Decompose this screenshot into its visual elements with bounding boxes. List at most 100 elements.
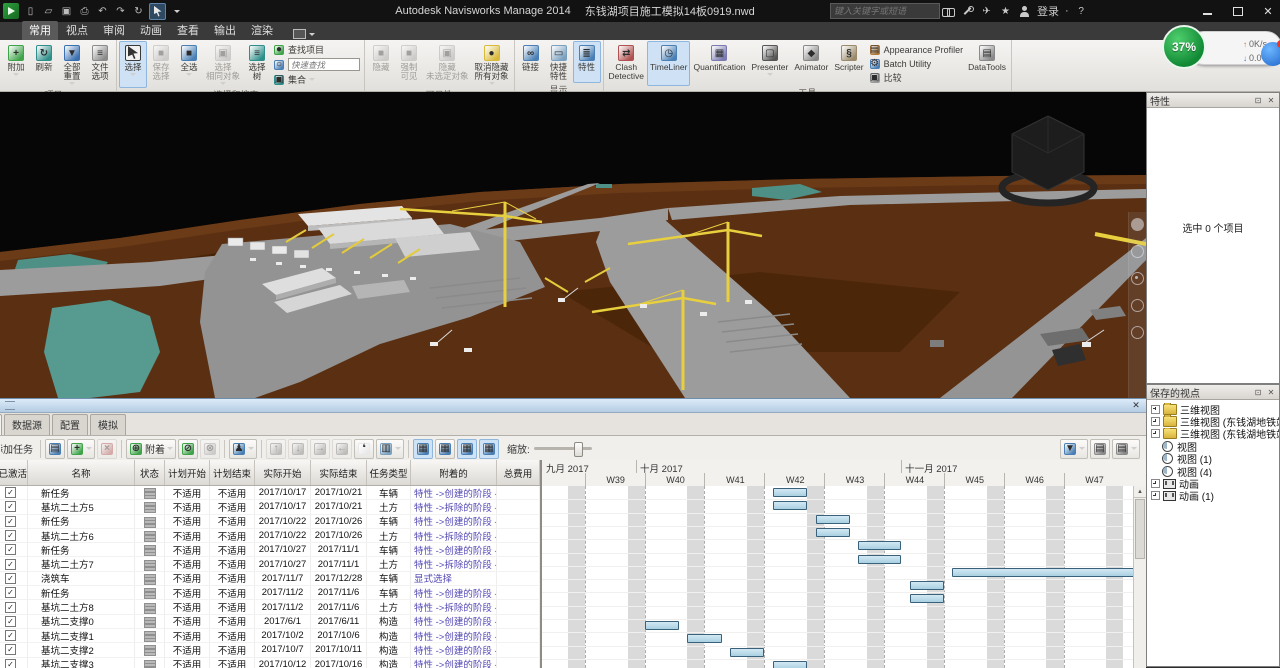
- column-header-名称[interactable]: 名称: [28, 460, 135, 485]
- gantt-bar-基坑二土方7[interactable]: [858, 555, 901, 564]
- redo-icon[interactable]: ↷: [113, 4, 128, 19]
- column-header-计划结束[interactable]: 计划结束: [210, 460, 255, 485]
- timeliner-tab-配置[interactable]: 配置: [52, 414, 88, 435]
- steering-wheel-icon[interactable]: [1131, 218, 1144, 231]
- refresh-icon[interactable]: ↻: [131, 4, 146, 19]
- undo-icon[interactable]: ↶: [95, 4, 110, 19]
- tree-item-视图[interactable]: 视图: [1149, 440, 1279, 452]
- comment-button[interactable]: ❛: [354, 439, 374, 459]
- show-actual-dates-button[interactable]: ▦: [457, 439, 477, 459]
- column-header-状态[interactable]: 状态: [135, 460, 165, 485]
- attached-link[interactable]: 特性 ->拆除的阶段 -> 名...: [414, 500, 497, 513]
- auto-add-tasks-button[interactable]: +: [67, 439, 95, 459]
- task-checkbox[interactable]: ✓: [5, 544, 16, 555]
- search-binoculars-icon[interactable]: [942, 5, 955, 18]
- column-header-任务类型[interactable]: 任务类型: [367, 460, 411, 485]
- gantt-bar-新任务[interactable]: [816, 515, 850, 524]
- task-row-浇筑车[interactable]: ✓浇筑车不适用不适用2017/11/72017/12/28车辆显式选择: [0, 572, 540, 586]
- attached-link[interactable]: 特性 ->创建的阶段 -> 名...: [414, 615, 497, 628]
- quick-find-input[interactable]: [288, 58, 360, 71]
- look-around-icon[interactable]: [1131, 326, 1144, 339]
- gantt-bar-基坑二支撑3[interactable]: [730, 648, 764, 657]
- print-icon[interactable]: ⎙: [77, 4, 92, 19]
- timeliner-tab-任务[interactable]: 任务: [0, 414, 2, 435]
- select-tool-icon[interactable]: [149, 3, 166, 20]
- animator-button[interactable]: ◆Animator: [791, 41, 831, 86]
- expand-icon[interactable]: [1151, 405, 1160, 414]
- task-checkbox[interactable]: ✓: [5, 630, 16, 641]
- timeliner-tab-模拟[interactable]: 模拟: [90, 414, 126, 435]
- help-icon[interactable]: ?: [1075, 5, 1088, 18]
- auto-attach-rules-button[interactable]: ♟: [229, 439, 257, 459]
- column-header-附着的[interactable]: 附着的: [411, 460, 497, 485]
- select-all-button[interactable]: ■全选: [175, 41, 203, 88]
- login-button[interactable]: 登录: [1037, 3, 1059, 19]
- expand-icon[interactable]: [1151, 417, 1160, 426]
- task-checkbox[interactable]: ✓: [5, 587, 16, 598]
- attached-link[interactable]: 特性 ->创建的阶段 -> 名...: [414, 629, 497, 642]
- timeliner-close-icon[interactable]: ✕: [1130, 400, 1142, 411]
- attached-link[interactable]: 特性 ->拆除的阶段 -> 名...: [414, 529, 497, 542]
- batch-utility-button[interactable]: ⚙Batch Utility: [869, 57, 964, 70]
- column-header-实际开始[interactable]: 实际开始: [255, 460, 311, 485]
- close-button[interactable]: ✕: [1262, 5, 1274, 17]
- close-panel-icon[interactable]: ✕: [1266, 96, 1276, 105]
- ribbon-tab-输出[interactable]: 输出: [207, 21, 243, 40]
- tree-item-视图 (1)[interactable]: 视图 (1): [1149, 453, 1279, 465]
- open-file-icon[interactable]: ▱: [41, 4, 56, 19]
- wrench-icon[interactable]: [961, 5, 974, 18]
- find-items-button[interactable]: ●查找项目: [273, 43, 360, 56]
- pan-hand-icon[interactable]: [1131, 245, 1144, 258]
- zoom-slider-thumb[interactable]: [574, 442, 583, 457]
- add-task-button[interactable]: 添加任务: [0, 439, 36, 459]
- attach-button[interactable]: ⊕附着: [126, 439, 176, 459]
- quantification-button[interactable]: ▦Quantification: [690, 41, 748, 86]
- refresh-button[interactable]: ↻刷新: [30, 41, 58, 88]
- ribbon-tab-渲染[interactable]: 渲染: [244, 21, 280, 40]
- task-row-新任务[interactable]: ✓新任务不适用不适用2017/10/172017/10/21车辆特性 ->创建的…: [0, 486, 540, 500]
- ribbon-tab-查看[interactable]: 查看: [170, 21, 206, 40]
- scripter-button[interactable]: §Scripter: [831, 41, 866, 86]
- column-header-实际结束[interactable]: 实际结束: [311, 460, 367, 485]
- attached-link[interactable]: 特性 ->拆除的阶段 -> 名...: [414, 600, 497, 613]
- task-checkbox[interactable]: ✓: [5, 501, 16, 512]
- attached-link[interactable]: 显式选择: [414, 572, 452, 585]
- task-row-基坑二支撑2[interactable]: ✓基坑二支撑2不适用不适用2017/10/72017/10/11构造特性 ->创…: [0, 643, 540, 657]
- navisworks-logo-icon[interactable]: [3, 3, 19, 19]
- task-checkbox[interactable]: ✓: [5, 573, 16, 584]
- gantt-bar-新任务[interactable]: [910, 581, 944, 590]
- task-row-基坑二土方8[interactable]: ✓基坑二土方8不适用不适用2017/11/22017/11/6土方特性 ->拆除…: [0, 600, 540, 614]
- show-gantt-chart-button[interactable]: ▦: [479, 439, 499, 459]
- reset-all-button[interactable]: ▼全部 重置: [58, 41, 86, 88]
- column-header-已激活[interactable]: 已激活: [0, 460, 28, 485]
- attached-link[interactable]: 特性 ->创建的阶段 -> 名...: [414, 515, 497, 528]
- expand-icon[interactable]: [1151, 429, 1160, 438]
- column-header-计划开始[interactable]: 计划开始: [165, 460, 210, 485]
- links-button[interactable]: ∞链接: [517, 41, 545, 83]
- select-button[interactable]: 选择: [119, 41, 147, 88]
- attached-link[interactable]: 特性 ->创建的阶段 -> 名...: [414, 586, 497, 599]
- tree-item-三维视图 (东钱湖地铁站土[interactable]: 三维视图 (东钱湖地铁站土: [1149, 415, 1279, 427]
- task-row-基坑二支撑3[interactable]: ✓基坑二支撑3不适用不适用2017/10/122017/10/16构造特性 ->…: [0, 658, 540, 668]
- task-row-新任务[interactable]: ✓新任务不适用不适用2017/11/22017/11/6车辆特性 ->创建的阶段…: [0, 586, 540, 600]
- task-checkbox[interactable]: ✓: [5, 516, 16, 527]
- gantt-scrollbar[interactable]: ▲: [1133, 486, 1146, 668]
- gantt-bar-基坑二土方8[interactable]: [910, 594, 944, 603]
- attached-link[interactable]: 特性 ->创建的阶段 -> 名...: [414, 643, 497, 656]
- scrollbar-up-icon[interactable]: ▲: [1134, 486, 1146, 498]
- memory-usage-ball[interactable]: 37%: [1162, 25, 1206, 69]
- attached-link[interactable]: 特性 ->创建的阶段 -> 名...: [414, 486, 497, 499]
- task-checkbox[interactable]: ✓: [5, 530, 16, 541]
- tree-item-视图 (4)[interactable]: 视图 (4): [1149, 465, 1279, 477]
- gantt-bar-基坑二支撑2[interactable]: [687, 634, 721, 643]
- expand-icon[interactable]: [1151, 491, 1160, 500]
- orbit-icon[interactable]: [1131, 299, 1144, 312]
- favorites-star-icon[interactable]: ★: [999, 5, 1012, 18]
- tree-item-三维视图[interactable]: 三维视图: [1149, 403, 1279, 415]
- tree-item-三维视图 (东钱湖地铁站气[interactable]: 三维视图 (东钱湖地铁站气: [1149, 428, 1279, 440]
- gantt-bar-基坑二支撑1[interactable]: [645, 621, 679, 630]
- attached-link[interactable]: 特性 ->拆除的阶段 -> 名...: [414, 557, 497, 570]
- task-row-基坑二支撑0[interactable]: ✓基坑二支撑0不适用不适用2017/6/12017/6/11构造特性 ->创建的…: [0, 615, 540, 629]
- task-checkbox[interactable]: ✓: [5, 487, 16, 498]
- gantt-bar-新任务[interactable]: [858, 541, 901, 550]
